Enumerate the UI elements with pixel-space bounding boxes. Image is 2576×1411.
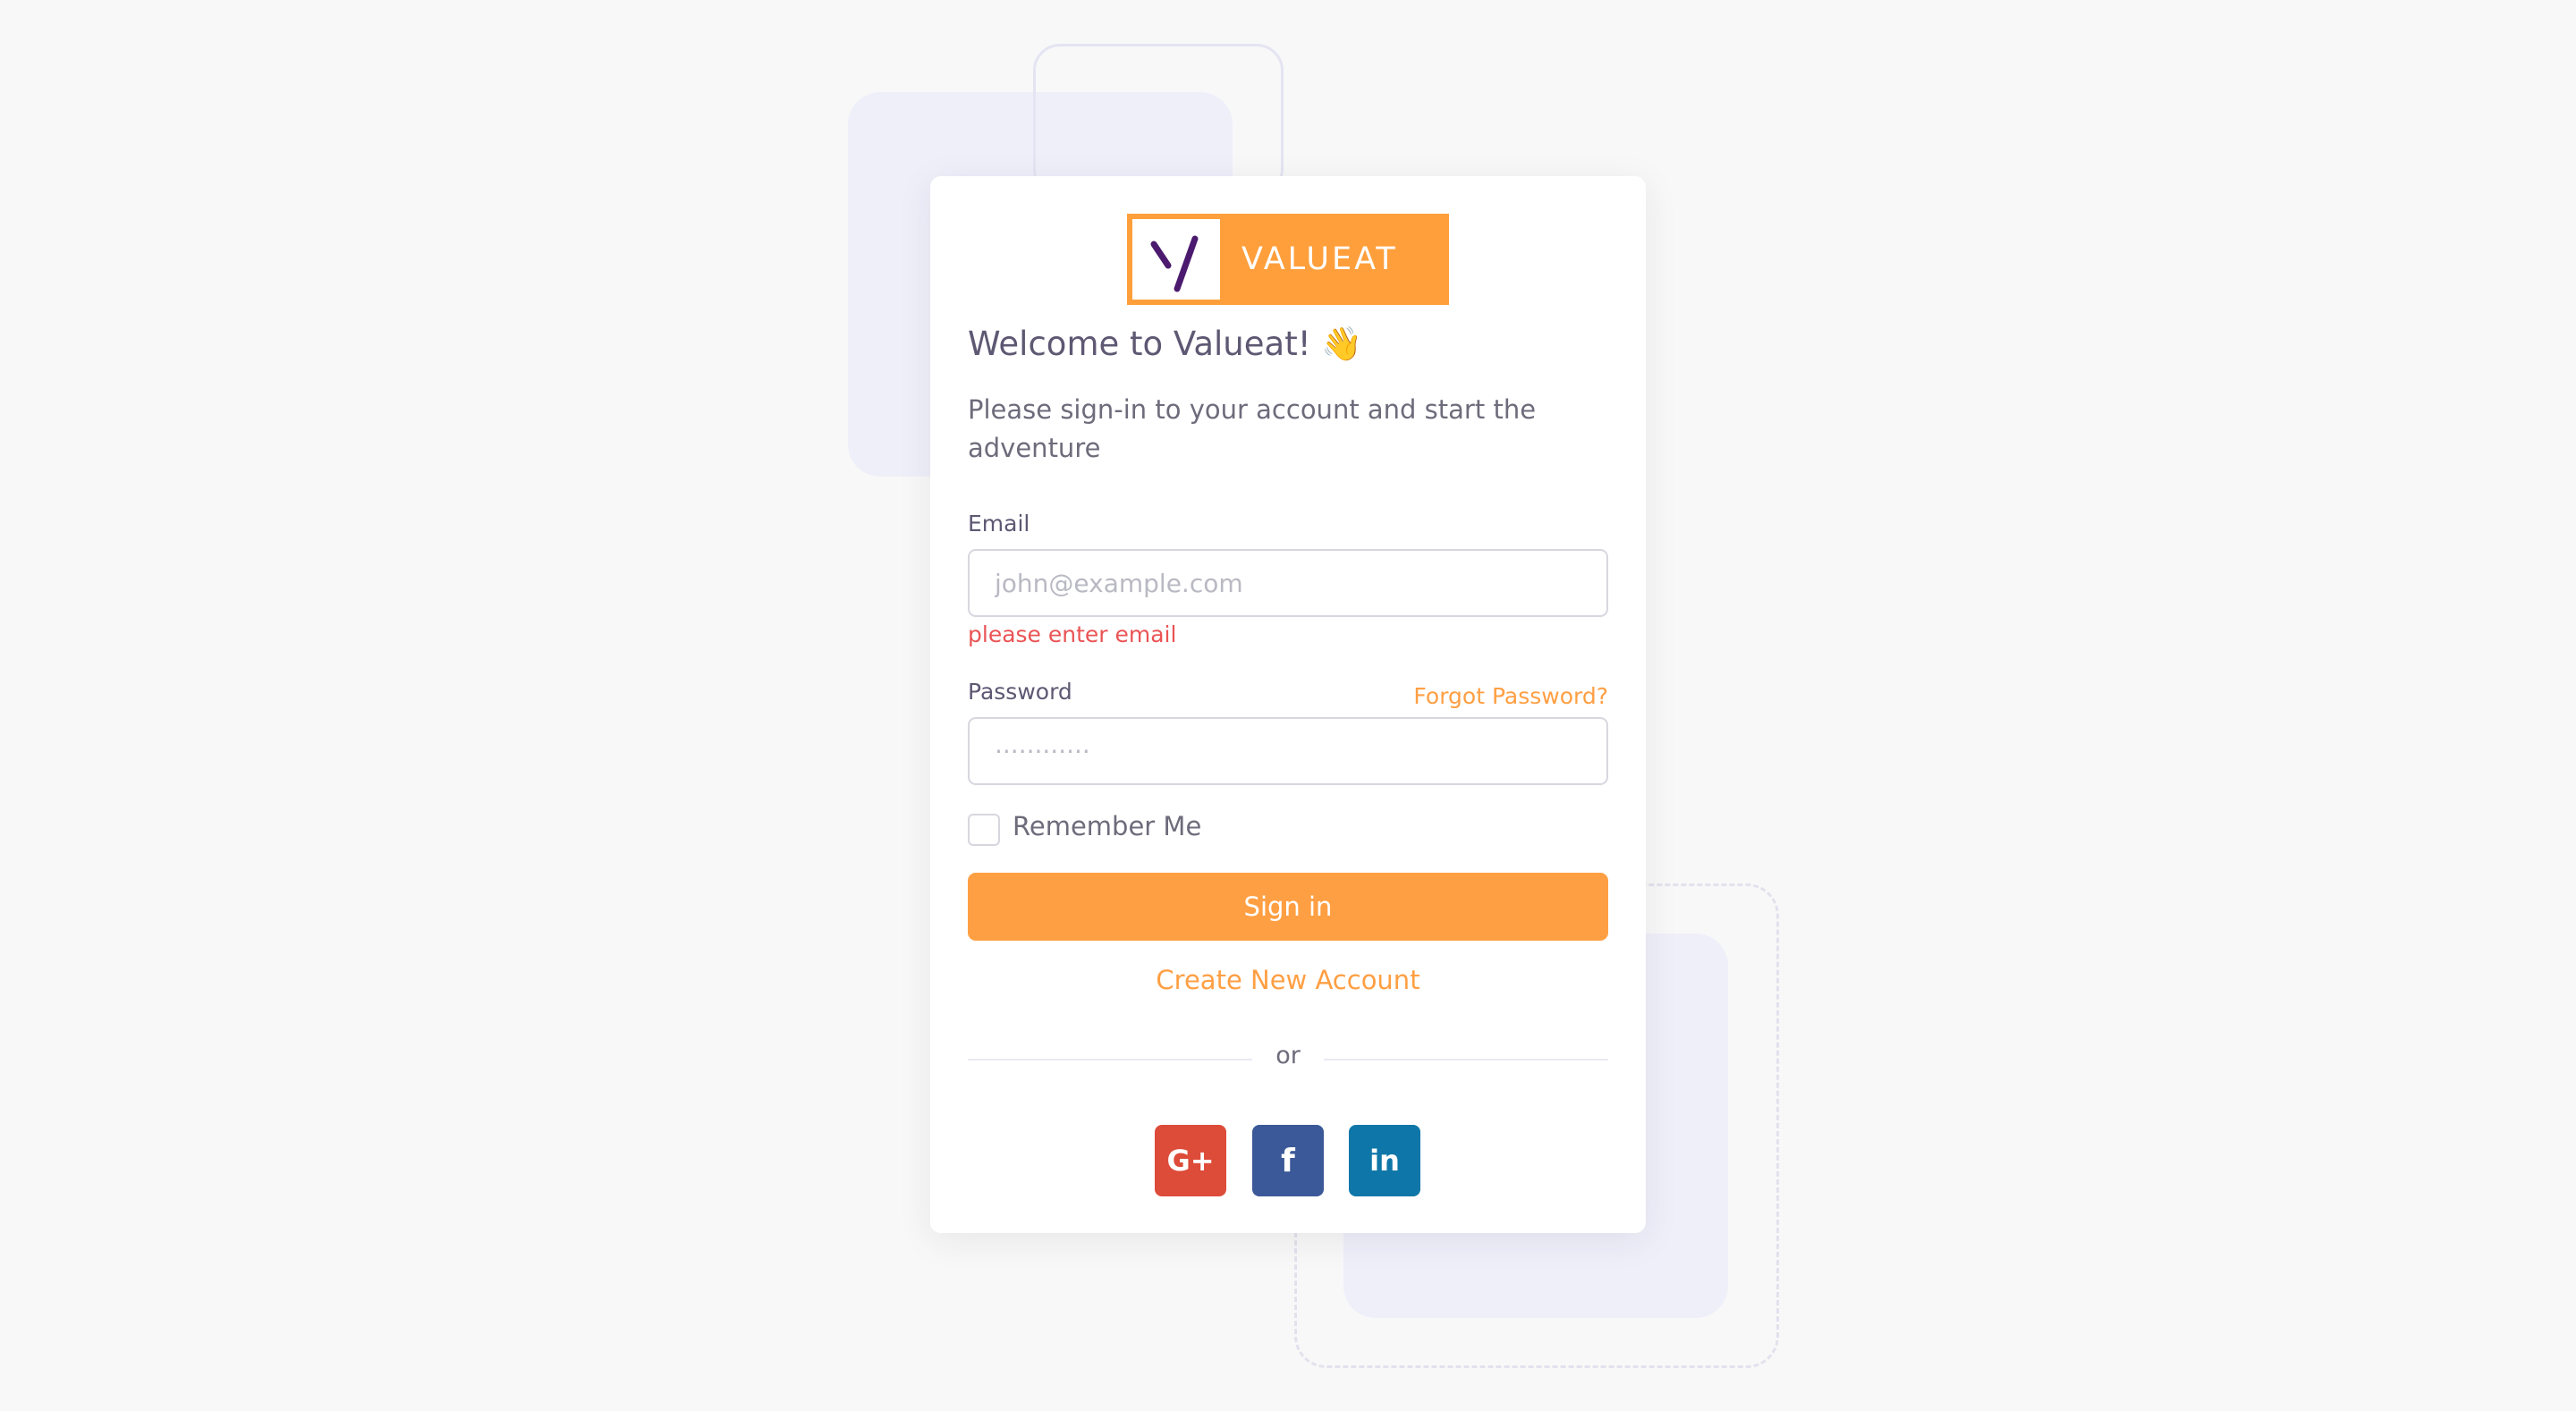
page-subtitle: Please sign-in to your account and start…: [968, 394, 1537, 463]
facebook-button[interactable]: f: [1252, 1125, 1324, 1196]
sign-in-button[interactable]: Sign in: [968, 873, 1608, 941]
password-label: Password: [968, 679, 1072, 705]
create-account-link[interactable]: Create New Account: [930, 965, 1646, 995]
divider: [1324, 1059, 1608, 1060]
facebook-icon: f: [1281, 1142, 1295, 1179]
email-label: Email: [968, 511, 1030, 537]
google-plus-icon: G+: [1166, 1144, 1215, 1178]
logo-mark-icon: [1132, 219, 1220, 300]
remember-me-label[interactable]: Remember Me: [1013, 811, 1201, 841]
remember-me-checkbox[interactable]: [968, 814, 1000, 846]
brand-logo: VALUEAT: [1127, 214, 1449, 305]
linkedin-button[interactable]: in: [1349, 1125, 1420, 1196]
email-field[interactable]: [968, 549, 1608, 617]
divider-label: or: [1275, 1042, 1301, 1069]
forgot-password-link[interactable]: Forgot Password?: [1413, 683, 1608, 709]
background-decoration-outline: [1033, 44, 1284, 196]
google-plus-button[interactable]: G+: [1155, 1125, 1226, 1196]
logo-wordmark: VALUEAT: [1241, 241, 1398, 277]
login-card: VALUEAT Welcome to Valueat! 👋 Please sig…: [930, 176, 1646, 1233]
divider: [968, 1059, 1252, 1060]
password-field[interactable]: [968, 717, 1608, 785]
page-title: Welcome to Valueat! 👋: [968, 325, 1363, 363]
linkedin-icon: in: [1369, 1144, 1400, 1178]
email-error-message: please enter email: [968, 621, 1177, 647]
